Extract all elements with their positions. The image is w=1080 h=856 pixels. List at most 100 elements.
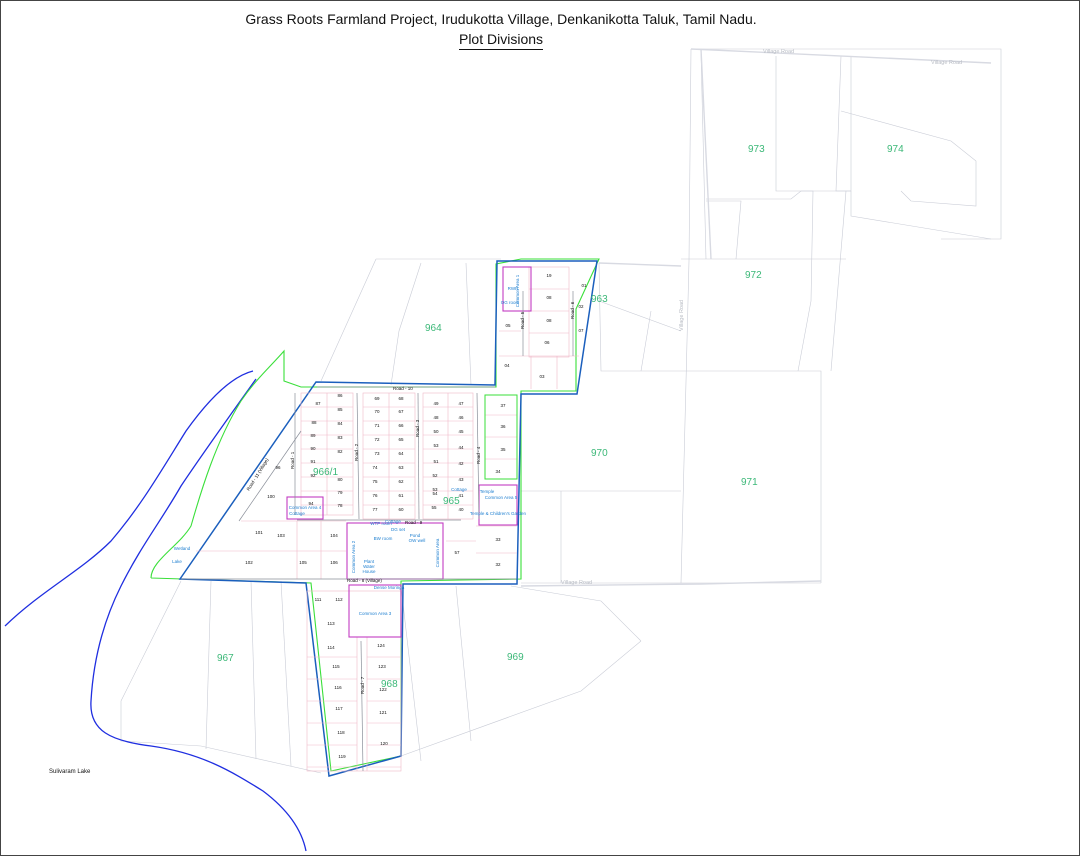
plot-number: 01 (581, 283, 587, 288)
plot-number: 44 (458, 445, 464, 450)
internal-roads (181, 291, 574, 772)
plot-number: 73 (374, 451, 380, 456)
plot-number: 90 (310, 446, 316, 451)
bw-label: BW room (374, 536, 393, 541)
plot-number: 124 (377, 643, 385, 648)
parcel-line (390, 262, 422, 386)
parcel-line (700, 52, 707, 260)
plot-number: 52 (432, 473, 438, 478)
plot-number: 84 (337, 421, 343, 426)
plot-number: 05 (505, 323, 511, 328)
plot-number: 100 (267, 494, 275, 499)
common-area-4-label: Common Area 4 (289, 505, 322, 510)
cottage-1-label: Cottage (289, 511, 305, 516)
amenity-labels: Common Area 1 RWR OG room Common Area 4 … (172, 274, 526, 616)
plot-number: 04 (504, 363, 510, 368)
plot-number: 113 (327, 621, 335, 626)
parcel-line (510, 585, 642, 642)
plot-number: 45 (458, 429, 464, 434)
plot-number: 104 (330, 533, 338, 538)
house-label: House (362, 569, 376, 574)
parcel-line (830, 190, 847, 372)
plot-number: 122 (379, 687, 387, 692)
plot-number: 102 (245, 560, 253, 565)
plot-number: 87 (315, 401, 321, 406)
lake-label: Sulivaram Lake (49, 769, 91, 775)
plot-number: 120 (380, 741, 388, 746)
survey-964: 964 (425, 323, 442, 334)
plot-number: 71 (374, 423, 380, 428)
plot-number: 64 (398, 451, 404, 456)
plot-number: 49 (433, 401, 439, 406)
parcel-line (775, 56, 851, 192)
plot-number: 48 (433, 415, 439, 420)
lake-small-label: Lake (172, 559, 182, 564)
village-road-top2-label: Village Road (931, 60, 962, 66)
plot-number: 77 (372, 507, 378, 512)
wetland-label: Wetland (174, 546, 191, 551)
parcel-line (706, 190, 814, 372)
parcel-line (598, 300, 682, 332)
survey-967: 967 (217, 653, 234, 664)
survey-963: 963 (591, 294, 608, 305)
parcel-line (280, 580, 292, 767)
plot-number: 68 (398, 396, 404, 401)
survey-973: 973 (748, 144, 765, 155)
plot-number: 75 (372, 479, 378, 484)
village-road-east-label: Village Road (679, 300, 685, 331)
plot-number: 51 (433, 459, 439, 464)
plot-number: 70 (374, 409, 380, 414)
road-11-label: Road - 11 (Village) (246, 457, 270, 492)
plot-number: 86 (337, 393, 343, 398)
survey-numbers: 973 974 972 963 964 966/1 965 970 971 96… (217, 144, 904, 690)
plot-number: 61 (398, 493, 404, 498)
plot-number: 66 (398, 423, 404, 428)
road-2-label: Road - 2 (354, 443, 359, 461)
village-road-line (700, 48, 712, 260)
plot-number: 118 (337, 730, 345, 735)
cottage-2-label: Cottage (451, 487, 467, 492)
plot-number: 40 (458, 507, 464, 512)
plot-number: 114 (327, 645, 335, 650)
plot-number: 116 (334, 685, 342, 690)
plot-number: 72 (374, 437, 380, 442)
survey-969: 969 (507, 652, 524, 663)
plot-number: 74 (372, 465, 378, 470)
road-7-label: Road - 7 (360, 676, 365, 694)
plot-number: 94 (308, 501, 314, 506)
village-road-top-label: Village Road (763, 49, 794, 55)
rwr-label: RWR (508, 286, 519, 291)
village-road-mid-label: Village Road (561, 580, 592, 586)
parcel-line (400, 585, 422, 762)
parcel-line (850, 191, 992, 240)
survey-lines (120, 48, 1002, 774)
road-10-label: Road - 10 (393, 386, 413, 391)
survey-966-1: 966/1 (313, 467, 338, 478)
plot-number: 69 (374, 396, 380, 401)
plot-number: 50 (433, 429, 439, 434)
plot-number: 53 (433, 443, 439, 448)
plot-number: 33 (495, 537, 501, 542)
plot-number: 35 (500, 447, 506, 452)
road-labels: Road - 10 Road - 9 Road - 8 (Village) Ro… (246, 49, 962, 694)
survey-972: 972 (745, 270, 762, 281)
parcel-line (320, 258, 377, 382)
plot-number: 65 (398, 437, 404, 442)
survey-974: 974 (887, 144, 904, 155)
plot-number: 47 (458, 401, 464, 406)
plot-number: 03 (539, 374, 545, 379)
parcel-line (250, 580, 257, 760)
plot-number: 57 (454, 550, 460, 555)
plot-number: 89 (310, 433, 316, 438)
plot-number: 83 (337, 435, 343, 440)
plot-numbers: 19 01 08 02 08 07 06 05 04 03 87 88 89 90 91 92 96 100 94 1… (245, 273, 587, 759)
plot-number: 101 (255, 530, 263, 535)
plot-number: 62 (398, 479, 404, 484)
dg-set-label: DG set (391, 527, 406, 532)
lake-shore-east (90, 378, 307, 852)
plot-number: 08 (546, 295, 552, 300)
og-room-label: OG room (501, 300, 520, 305)
plot-number: 63 (398, 465, 404, 470)
plot-number: 34 (495, 469, 501, 474)
road-7-line (360, 640, 364, 772)
